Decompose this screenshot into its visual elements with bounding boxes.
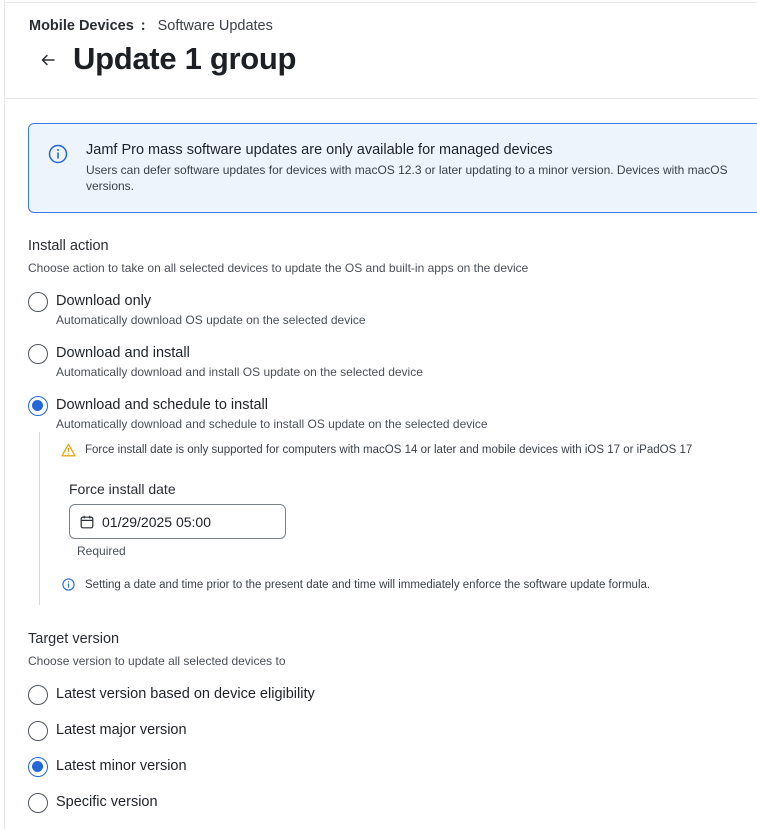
radio-download-only[interactable]: Download only Automatically download OS … — [28, 292, 366, 328]
breadcrumb-current[interactable]: Software Updates — [158, 18, 273, 34]
info-text: Setting a date and time prior to the pre… — [85, 578, 651, 591]
breadcrumb: Mobile Devices : Software Updates — [29, 18, 273, 34]
install-action-description: Choose action to take on all selected de… — [28, 261, 529, 275]
radio-description: Automatically download and install OS up… — [56, 365, 423, 379]
radio-label: Latest version based on device eligibili… — [56, 686, 315, 702]
radio-label: Download and schedule to install — [56, 397, 268, 413]
header-divider — [4, 98, 757, 99]
radio-latest-major[interactable]: Latest major version — [28, 721, 187, 741]
page-title: Update 1 group — [73, 41, 297, 76]
radio-label: Download only — [56, 293, 152, 309]
required-helper-text: Required — [77, 544, 126, 558]
arrow-left-icon — [41, 54, 55, 66]
warning-triangle-icon — [61, 443, 76, 457]
info-circle-icon — [62, 578, 75, 591]
force-install-warning: Force install date is only supported for… — [61, 443, 692, 457]
radio-download-and-install[interactable]: Download and install Automatically downl… — [28, 344, 423, 380]
banner-title: Jamf Pro mass software updates are only … — [86, 142, 553, 158]
force-install-date-label: Force install date — [69, 481, 176, 497]
target-version-description: Choose version to update all selected de… — [28, 654, 286, 668]
install-action-label: Install action — [28, 238, 109, 254]
radio-download-and-schedule[interactable]: Download and schedule to install Automat… — [28, 396, 488, 432]
radio-button[interactable] — [28, 793, 48, 813]
radio-label: Latest minor version — [56, 758, 187, 774]
breadcrumb-separator: : — [140, 18, 146, 34]
radio-button[interactable] — [28, 721, 48, 741]
banner-text: Users can defer software updates for dev… — [86, 163, 728, 193]
radio-latest-eligible[interactable]: Latest version based on device eligibili… — [28, 685, 315, 705]
radio-label: Latest major version — [56, 722, 187, 738]
info-circle-icon — [48, 144, 68, 164]
calendar-icon[interactable] — [80, 515, 94, 529]
radio-specific-version[interactable]: Specific version — [28, 793, 158, 813]
radio-label: Download and install — [56, 345, 190, 361]
info-banner: Jamf Pro mass software updates are only … — [28, 123, 757, 213]
radio-description: Automatically download and schedule to i… — [56, 417, 488, 431]
radio-button-selected[interactable] — [28, 757, 48, 777]
radio-label: Specific version — [56, 794, 158, 810]
schedule-panel-line — [39, 432, 40, 605]
radio-button-selected[interactable] — [28, 396, 48, 416]
radio-latest-minor[interactable]: Latest minor version — [28, 757, 187, 777]
radio-button[interactable] — [28, 292, 48, 312]
force-install-info: Setting a date and time prior to the pre… — [62, 578, 650, 591]
page-frame-top — [4, 2, 757, 3]
warning-text: Force install date is only supported for… — [85, 444, 693, 456]
radio-button[interactable] — [28, 685, 48, 705]
page-frame-left — [4, 0, 5, 829]
radio-button[interactable] — [28, 344, 48, 364]
radio-description: Automatically download OS update on the … — [56, 313, 366, 327]
breadcrumb-root[interactable]: Mobile Devices — [29, 18, 134, 34]
force-install-date-input[interactable]: 01/29/2025 05:00 — [69, 504, 286, 539]
date-value: 01/29/2025 05:00 — [102, 513, 211, 530]
target-version-label: Target version — [28, 631, 120, 647]
back-button[interactable] — [38, 50, 58, 70]
